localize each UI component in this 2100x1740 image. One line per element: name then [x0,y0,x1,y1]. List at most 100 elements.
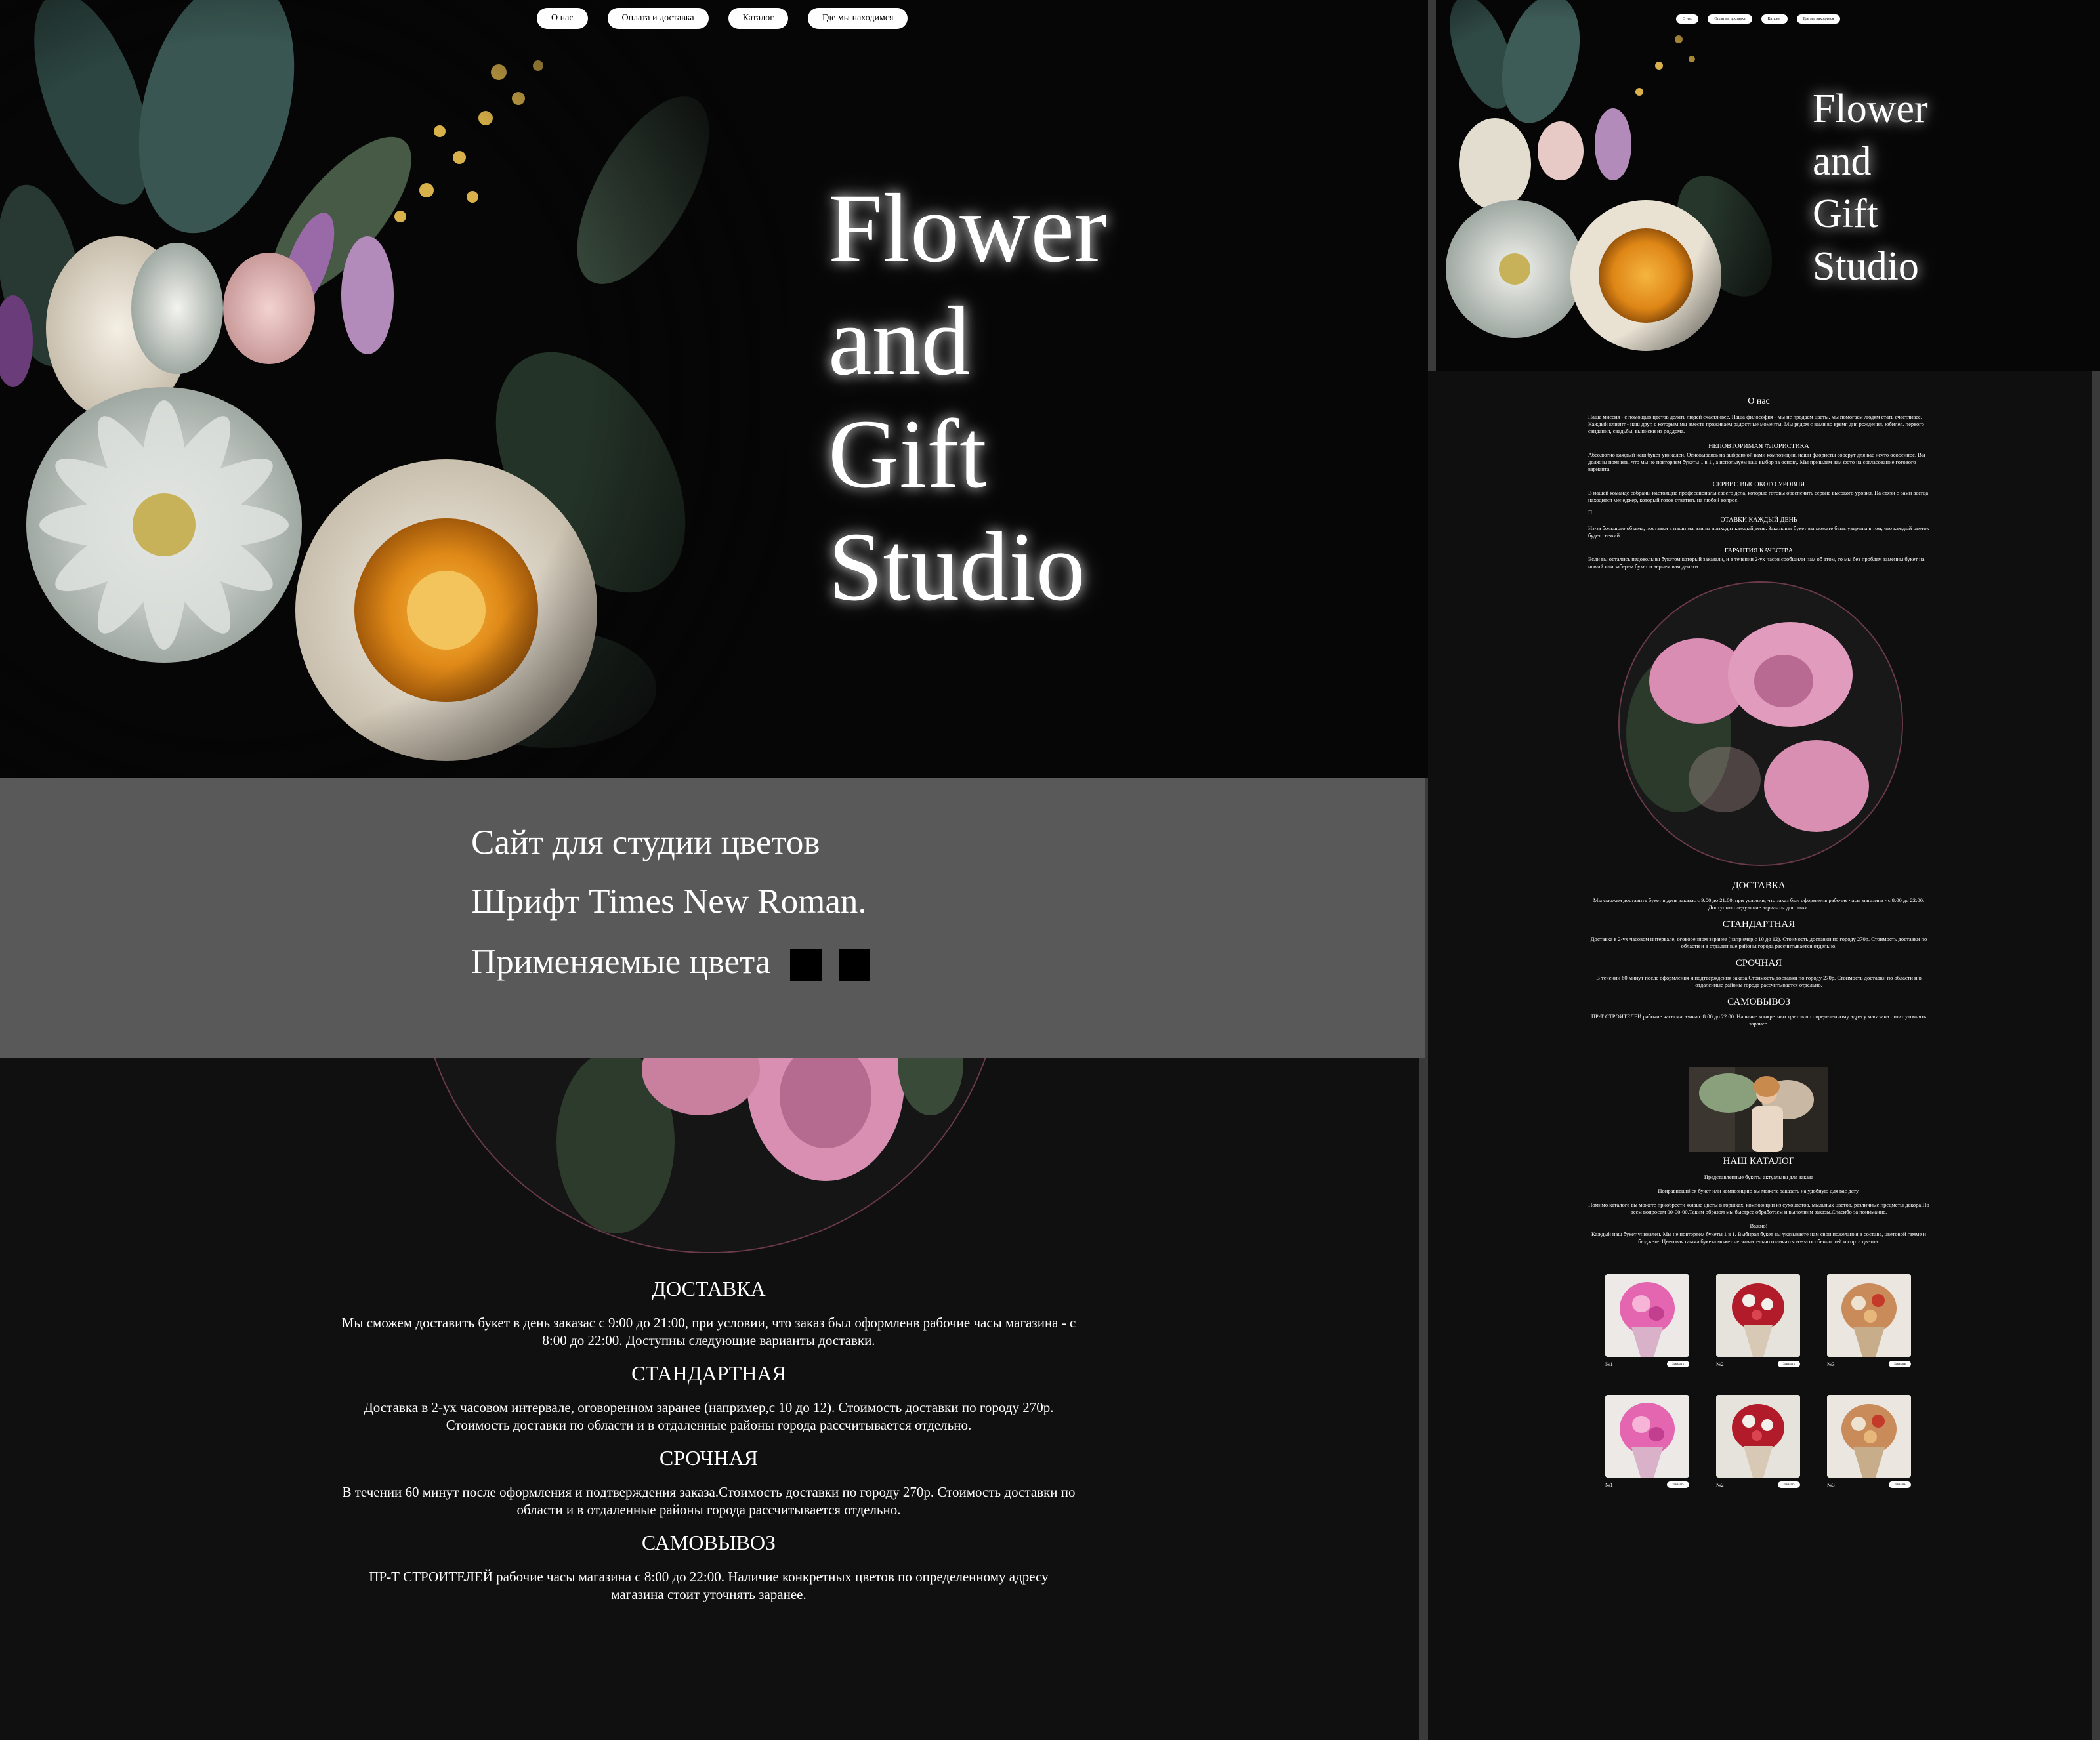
card-number: №2 [1716,1361,1724,1367]
standard-text: Доставка в 2-ух часовом интервале, огово… [1590,936,1927,949]
peony-illustration [1620,583,1902,865]
bouquet-photo[interactable] [1827,1274,1911,1357]
about-stray-letter: П [1588,509,1593,516]
catalog-card: №1 Заказать [1605,1274,1689,1371]
catalog-card: №3 Заказать [1827,1395,1911,1492]
about-section: О нас Наша миссия - с помощью цветов дел… [1588,396,1929,570]
order-button[interactable]: Заказать [1889,1481,1911,1488]
right-content-section [1428,371,2092,1740]
nav-about-button[interactable]: О нас [1676,14,1699,24]
bouquet-peach-illustration [1827,1395,1911,1478]
card-number: №2 [1716,1481,1724,1488]
peony-image [1618,581,1903,866]
catalog-card: №1 Заказать [1605,1395,1689,1492]
bouquet-photo[interactable] [1716,1274,1800,1357]
order-button[interactable]: Заказать [1778,1361,1800,1367]
urgent-heading: СРОЧНАЯ [659,1446,759,1470]
about-block-text: Из-за большого объема, поставки в наши м… [1588,525,1929,539]
standard-heading: СТАНДАРТНАЯ [631,1361,786,1385]
florist-photo [1689,1067,1828,1152]
about-intro: Наша миссия - с помощью цветов делать лю… [1588,413,1924,434]
info-line-colors: Применяемые цвета [471,942,871,982]
right-hero-title: Flower and Gift Studio [1813,83,1928,293]
catalog-text: Понравившийся букет или композицию вы мо… [1658,1188,1860,1194]
left-hero-title: Flower and Gift Studio [828,172,1107,623]
standard-heading: СТАНДАРТНАЯ [1722,919,1796,930]
info-line-font: Шрифт Times New Roman. [471,882,867,921]
catalog-text: Каждый наш букет уникален. Мы не повторя… [1591,1231,1926,1245]
catalog-card: №3 Заказать [1827,1274,1911,1371]
card-number: №1 [1605,1361,1613,1367]
about-block-heading: НЕПОВТОРИМАЯ ФЛОРИСТИКА [1708,443,1809,450]
bouquet-photo[interactable] [1716,1395,1800,1478]
left-delivery-sections: ДОСТАВКА Мы сможем доставить букет в ден… [341,1265,1076,1604]
bouquet-photo[interactable] [1605,1274,1689,1357]
hero-title-line: and [1813,139,1872,184]
catalog-section: НАШ КАТАЛОГ Представленные букеты актуал… [1588,1156,1929,1245]
about-block-heading: СЕРВИС ВЫСОКОГО УРОВНЯ [1712,481,1805,488]
bouquet-photo[interactable] [1827,1395,1911,1478]
about-heading: О нас [1748,396,1770,406]
right-delivery-sections: ДОСТАВКА Мы сможем доставить букет в ден… [1588,873,1929,1027]
catalog-heading: НАШ КАТАЛОГ [1723,1156,1795,1167]
pickup-heading: САМОВЫВОЗ [1727,997,1790,1007]
info-band: Сайт для студии цветов Шрифт Times New R… [0,778,1425,1058]
bouquet-image [1436,0,1803,371]
catalog-card: №2 Заказать [1716,1274,1800,1371]
left-top-nav: О нас Оплата и доставка Каталог Где мы н… [537,8,908,29]
order-button[interactable]: Заказать [1778,1481,1800,1488]
card-number: №1 [1605,1481,1613,1488]
nav-location-button[interactable]: Где мы находимся [1796,14,1841,24]
nav-catalog-button[interactable]: Каталог [728,8,788,29]
delivery-heading: ДОСТАВКА [1732,880,1786,891]
info-line-site: Сайт для студии цветов [471,823,820,861]
catalog-grid: №1 Заказать №2 Заказать №3 Заказать №1 Заказ… [1605,1274,1911,1492]
urgent-text: В течении 60 минут после оформления и по… [1596,974,1922,988]
about-block-heading: ОТАВКИ КАЖДЫЙ ДЕНЬ [1720,516,1797,524]
bouquet-pink-illustration [1605,1274,1689,1357]
nav-payment-delivery-button[interactable]: Оплата и доставка [607,8,709,29]
pickup-heading: САМОВЫВОЗ [641,1531,776,1554]
order-button[interactable]: Заказать [1667,1361,1689,1367]
hero-title-line: Studio [828,512,1085,621]
hero-title-line: Studio [1813,244,1919,289]
nav-catalog-button[interactable]: Каталог [1761,14,1788,24]
nav-about-button[interactable]: О нас [537,8,588,29]
catalog-text: Помимо каталога вы можете приобрести жив… [1588,1201,1929,1215]
delivery-intro: Мы сможем доставить букет в день заказаc… [1593,897,1925,911]
order-button[interactable]: Заказать [1667,1481,1689,1488]
card-number: №3 [1827,1481,1835,1488]
bouquet-pink-illustration [1605,1395,1689,1478]
hero-title-line: Flower [828,174,1107,283]
right-top-nav: О нас Оплата и доставка Каталог Где мы н… [1676,14,1841,24]
delivery-heading: ДОСТАВКА [652,1277,766,1300]
left-hero-section: О нас Оплата и доставка Каталог Где мы н… [0,0,1435,778]
card-number: №3 [1827,1361,1835,1367]
catalog-subtitle: Представленные букеты актуальны для зака… [1704,1174,1814,1180]
order-button[interactable]: Заказать [1889,1361,1911,1367]
delivery-intro: Мы сможем доставить букет в день заказаc… [341,1315,1076,1348]
nav-location-button[interactable]: Где мы находимся [807,8,908,29]
bouquet-peach-illustration [1827,1274,1911,1357]
color-swatch [790,949,822,981]
catalog-important: Важно! [1750,1222,1768,1229]
urgent-heading: СРОЧНАЯ [1735,958,1782,968]
hero-title-line: Flower [1813,87,1928,131]
info-colors-label: Применяемые цвета [471,943,771,981]
nav-payment-delivery-button[interactable]: Оплата и доставка [1708,14,1752,24]
color-swatch [839,949,871,981]
bouquet-red-illustration [1716,1274,1800,1357]
florist-illustration [1689,1067,1828,1152]
pickup-text: ПР-Т СТРОИТЕЛЕЙ рабочие часы магазина с … [369,1569,1049,1602]
standard-text: Доставка в 2-ух часовом интервале, огово… [364,1399,1054,1433]
pickup-text: ПР-Т СТРОИТЕЛЕЙ рабочие часы магазина с … [1591,1013,1927,1027]
about-block-text: В нашей команде собраны настоящие профес… [1588,489,1929,503]
about-block-text: Абсолютно каждый наш букет уникален. Осн… [1588,451,1925,472]
bouquet-image [0,0,788,778]
hero-title-line: and [828,287,971,396]
hero-title-line: Gift [1813,192,1878,236]
about-block-heading: ГАРАНТИЯ КАЧЕСТВА [1724,547,1794,554]
hero-title-line: Gift [828,400,987,508]
about-block-text: Если вы остались недовольны букетом кото… [1588,556,1925,570]
bouquet-photo[interactable] [1605,1395,1689,1478]
